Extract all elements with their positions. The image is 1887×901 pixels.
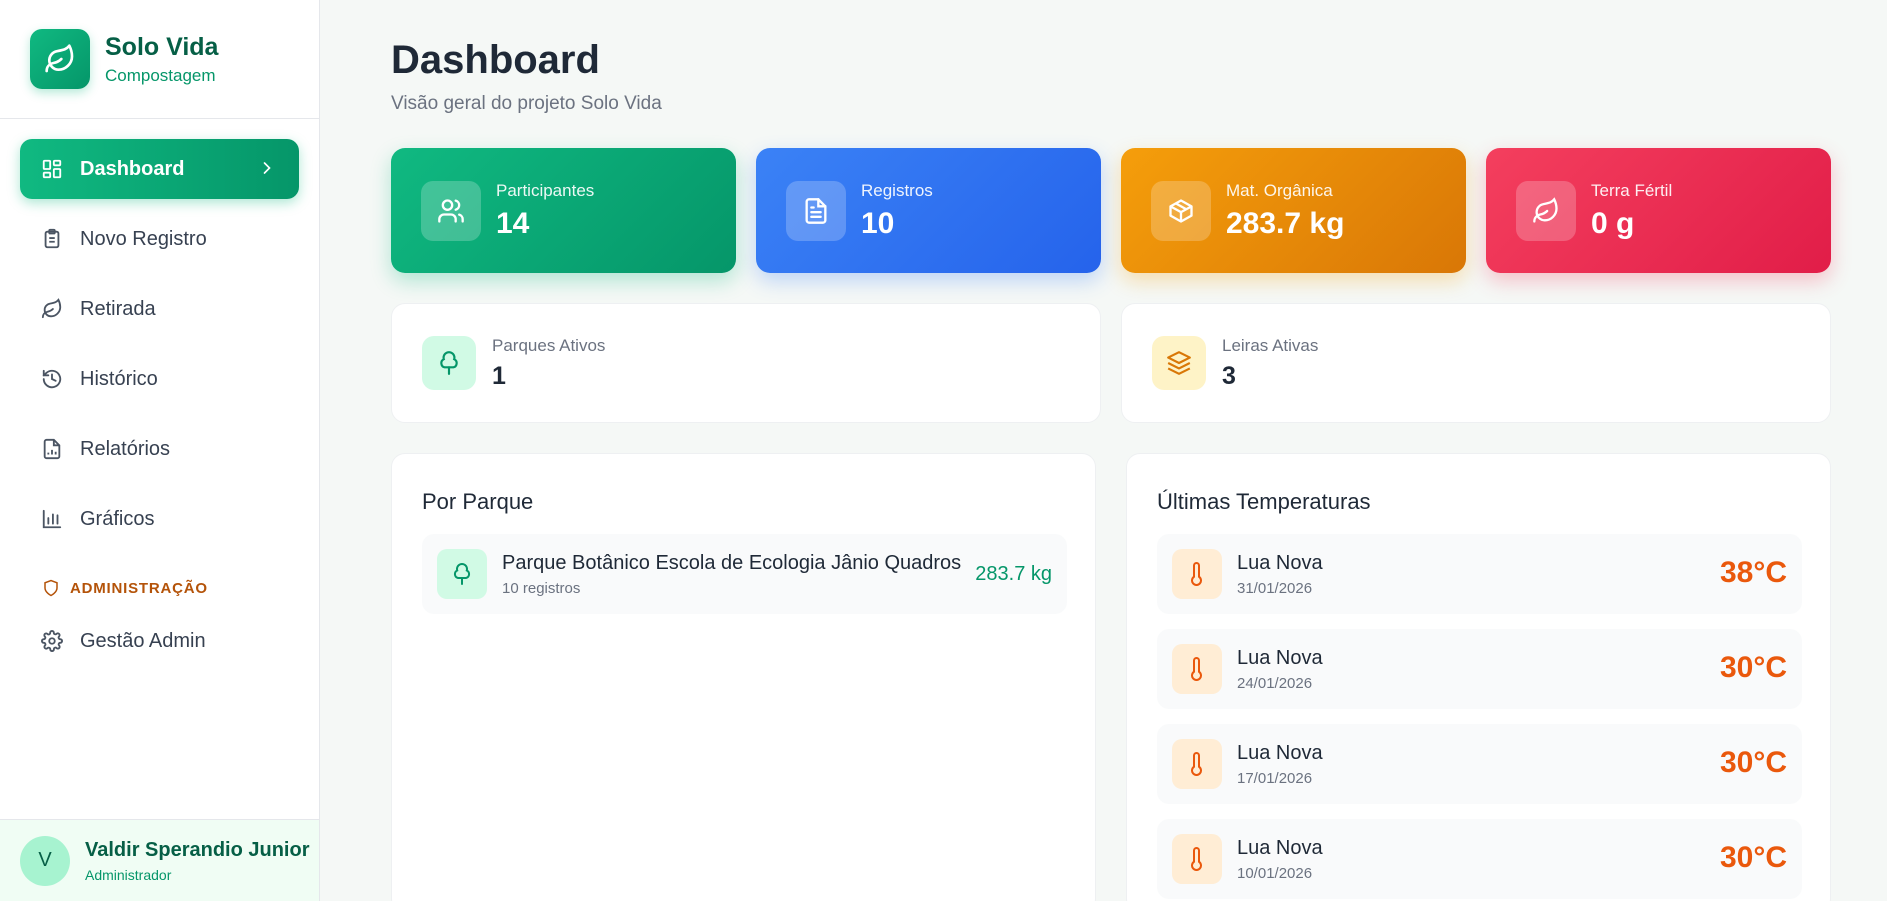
sidebar-item-dashboard[interactable]: Dashboard: [20, 139, 299, 199]
stat-label: Mat. Orgânica: [1226, 180, 1333, 200]
park-weight: 283.7 kg: [975, 563, 1052, 585]
sidebar-item-label: Retirada: [80, 297, 156, 320]
sidebar-item-label: Dashboard: [80, 157, 185, 180]
temp-value: 38°C: [1719, 556, 1787, 589]
list-item[interactable]: Lua Nova 24/01/2026 30°C: [1157, 629, 1802, 709]
sidebar-item-label: Relatórios: [80, 437, 171, 460]
stat-value: 0 g: [1591, 206, 1635, 240]
leaf-icon: [1516, 180, 1576, 241]
leaf-icon: [40, 297, 64, 321]
thermometer-icon: [1172, 834, 1222, 884]
sidebar-item-label: Histórico: [80, 367, 158, 390]
tree-icon: [422, 336, 476, 390]
park-count: 10 registros: [502, 579, 581, 597]
panel-title: Por Parque: [422, 489, 534, 514]
package-icon: [1151, 180, 1211, 241]
sidebar-item-label: Gráficos: [80, 507, 155, 530]
sidebar-item-historico[interactable]: Histórico: [20, 349, 299, 409]
sidebar-nav: Dashboard Novo Registro Retirada Históri…: [0, 119, 319, 671]
report-file-icon: [40, 437, 64, 461]
sidebar-item-retirada[interactable]: Retirada: [20, 279, 299, 339]
gear-icon: [40, 629, 64, 653]
user-role: Administrador: [85, 866, 172, 883]
admin-section-label: ADMINISTRAÇÃO: [42, 579, 299, 597]
stat-card-mat-organica: Mat. Orgânica 283.7 kg: [1121, 148, 1466, 273]
sidebar-item-relatorios[interactable]: Relatórios: [20, 419, 299, 479]
temp-date: 24/01/2026: [1237, 674, 1313, 692]
brand-name: Solo Vida: [105, 32, 219, 61]
thermometer-icon: [1172, 644, 1222, 694]
shield-icon: [44, 579, 58, 597]
users-icon: [421, 180, 481, 241]
park-name: Parque Botânico Escola de Ecologia Jânio…: [502, 551, 962, 574]
temp-date: 31/01/2026: [1237, 579, 1313, 597]
tree-icon: [437, 549, 487, 599]
stat-value: 14: [496, 206, 530, 240]
list-item[interactable]: Lua Nova 17/01/2026 30°C: [1157, 724, 1802, 804]
brand-subtitle: Compostagem: [105, 65, 216, 85]
user-profile[interactable]: V Valdir Sperandio Junior Administrador: [0, 819, 319, 901]
sidebar-item-gestao-admin[interactable]: Gestão Admin: [20, 611, 299, 671]
user-name: Valdir Sperandio Junior: [85, 838, 310, 861]
temp-date: 10/01/2026: [1237, 864, 1313, 882]
admin-section-text: ADMINISTRAÇÃO: [70, 579, 208, 597]
info-card-parques-ativos: Parques Ativos 1: [391, 303, 1101, 423]
stat-label: Registros: [861, 180, 933, 200]
stat-card-terra-fertil: Terra Fértil 0 g: [1486, 148, 1831, 273]
thermometer-icon: [1172, 549, 1222, 599]
sidebar-item-label: Gestão Admin: [80, 629, 206, 652]
info-label: Leiras Ativas: [1222, 335, 1319, 355]
temp-name: Lua Nova: [1237, 836, 1323, 859]
page-subtitle: Visão geral do projeto Solo Vida: [391, 93, 662, 114]
stat-value: 10: [861, 206, 895, 240]
panel-title: Últimas Temperaturas: [1157, 489, 1371, 514]
chevron-right-icon: [257, 158, 277, 184]
list-item[interactable]: Lua Nova 31/01/2026 38°C: [1157, 534, 1802, 614]
clipboard-icon: [40, 227, 64, 251]
sidebar-item-label: Novo Registro: [80, 227, 207, 250]
page-title: Dashboard: [391, 38, 600, 82]
dashboard-grid-icon: [40, 157, 64, 181]
main-content: Dashboard Visão geral do projeto Solo Vi…: [320, 0, 1887, 901]
brand: Solo Vida Compostagem: [0, 0, 319, 119]
temp-name: Lua Nova: [1237, 551, 1323, 574]
temp-value: 30°C: [1719, 746, 1787, 779]
stat-value: 283.7 kg: [1226, 206, 1345, 240]
info-card-leiras-ativas: Leiras Ativas 3: [1121, 303, 1831, 423]
sidebar: Solo Vida Compostagem Dashboard Novo Reg…: [0, 0, 320, 901]
info-label: Parques Ativos: [492, 335, 606, 355]
temp-value: 30°C: [1719, 651, 1787, 684]
stat-label: Terra Fértil: [1591, 180, 1673, 200]
temp-name: Lua Nova: [1237, 646, 1323, 669]
stat-label: Participantes: [496, 180, 595, 200]
stat-card-registros: Registros 10: [756, 148, 1101, 273]
list-item[interactable]: Parque Botânico Escola de Ecologia Jânio…: [422, 534, 1067, 614]
temperatures-panel: Últimas Temperaturas Lua Nova 31/01/2026…: [1126, 453, 1831, 901]
sidebar-item-graficos[interactable]: Gráficos: [20, 489, 299, 549]
history-icon: [40, 367, 64, 391]
info-value: 1: [492, 361, 506, 390]
avatar: V: [20, 835, 70, 886]
bar-chart-icon: [40, 507, 64, 531]
temp-date: 17/01/2026: [1237, 769, 1313, 787]
stat-card-participantes: Participantes 14: [391, 148, 736, 273]
parks-panel: Por Parque Parque Botânico Escola de Eco…: [391, 453, 1096, 901]
sidebar-item-novo-registro[interactable]: Novo Registro: [20, 209, 299, 269]
thermometer-icon: [1172, 739, 1222, 789]
info-value: 3: [1222, 361, 1236, 390]
document-icon: [786, 180, 846, 241]
temp-value: 30°C: [1719, 841, 1787, 874]
leaf-icon: [30, 29, 90, 89]
layers-icon: [1152, 336, 1206, 390]
temp-name: Lua Nova: [1237, 741, 1323, 764]
list-item[interactable]: Lua Nova 10/01/2026 30°C: [1157, 819, 1802, 899]
